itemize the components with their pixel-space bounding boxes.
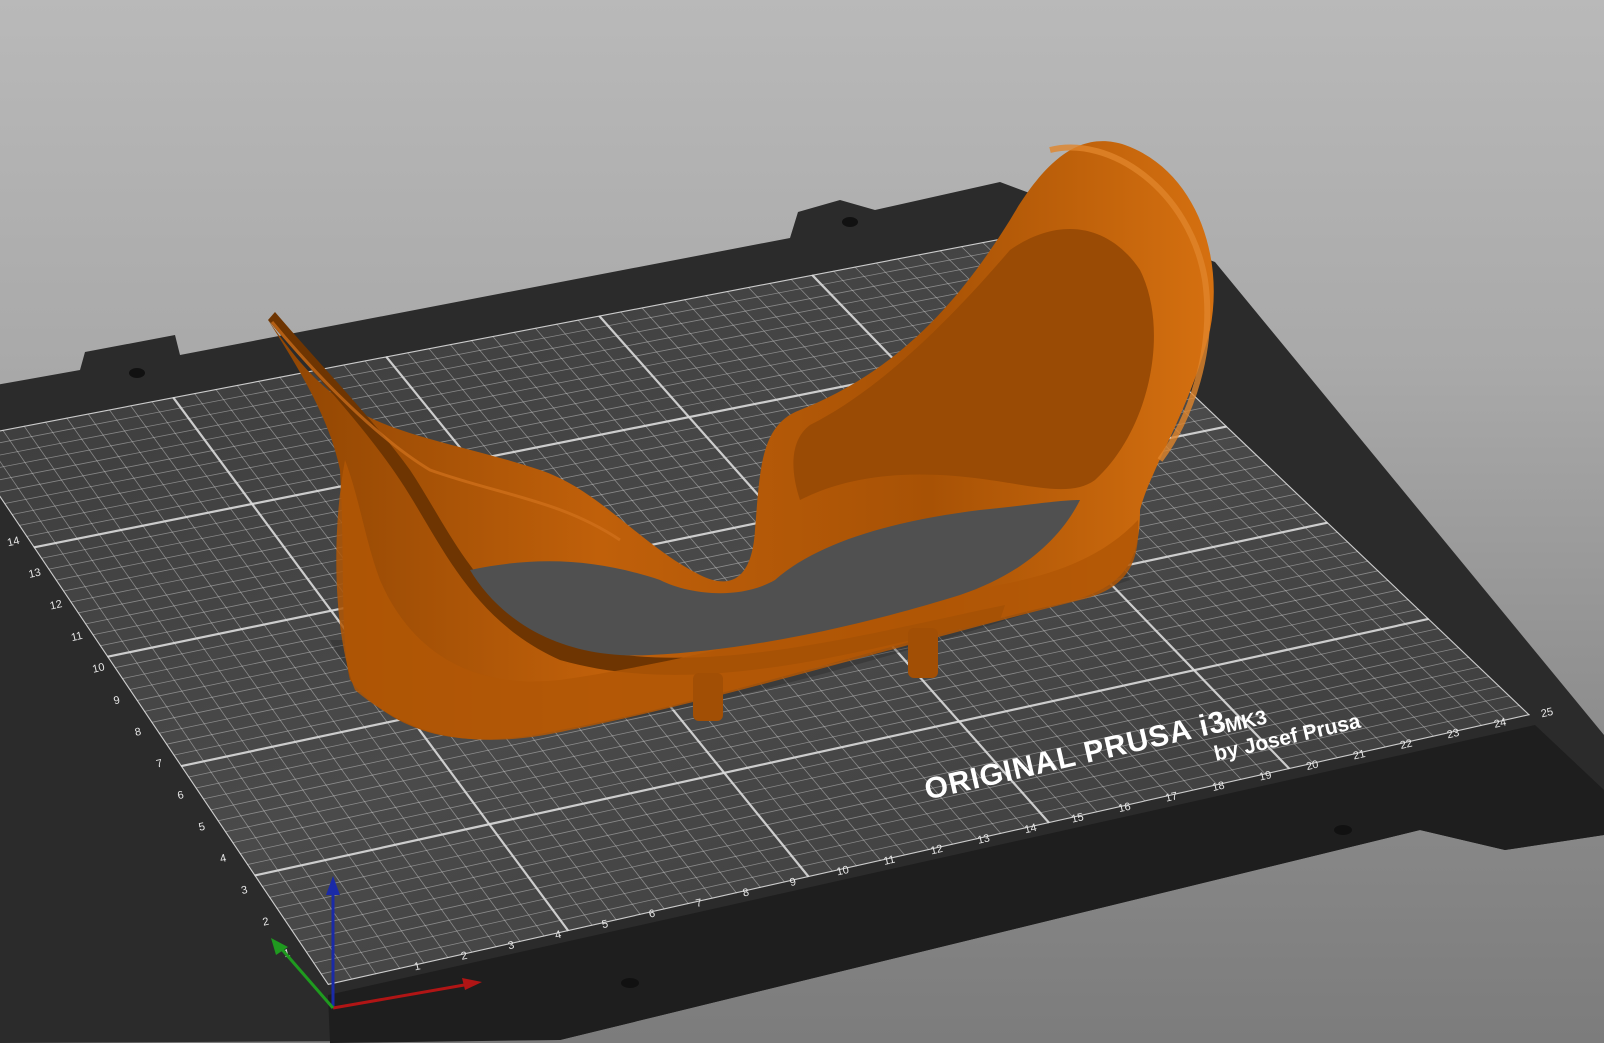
3d-viewport[interactable]: 1 2 3 4 5 6 7 8 9 10 11 12 13 14 15 16 17 18 19 20 21 22 23 24 2… [0,0,1604,1043]
scene-canvas[interactable]: 1234567891011121314151617181920212223242… [0,0,1604,1043]
bed-post [621,978,639,988]
bed-post [842,217,858,227]
shield-clip-right [908,628,938,678]
bed-post [129,368,145,378]
bed-post [1334,825,1352,835]
shield-clip-left [693,673,723,721]
